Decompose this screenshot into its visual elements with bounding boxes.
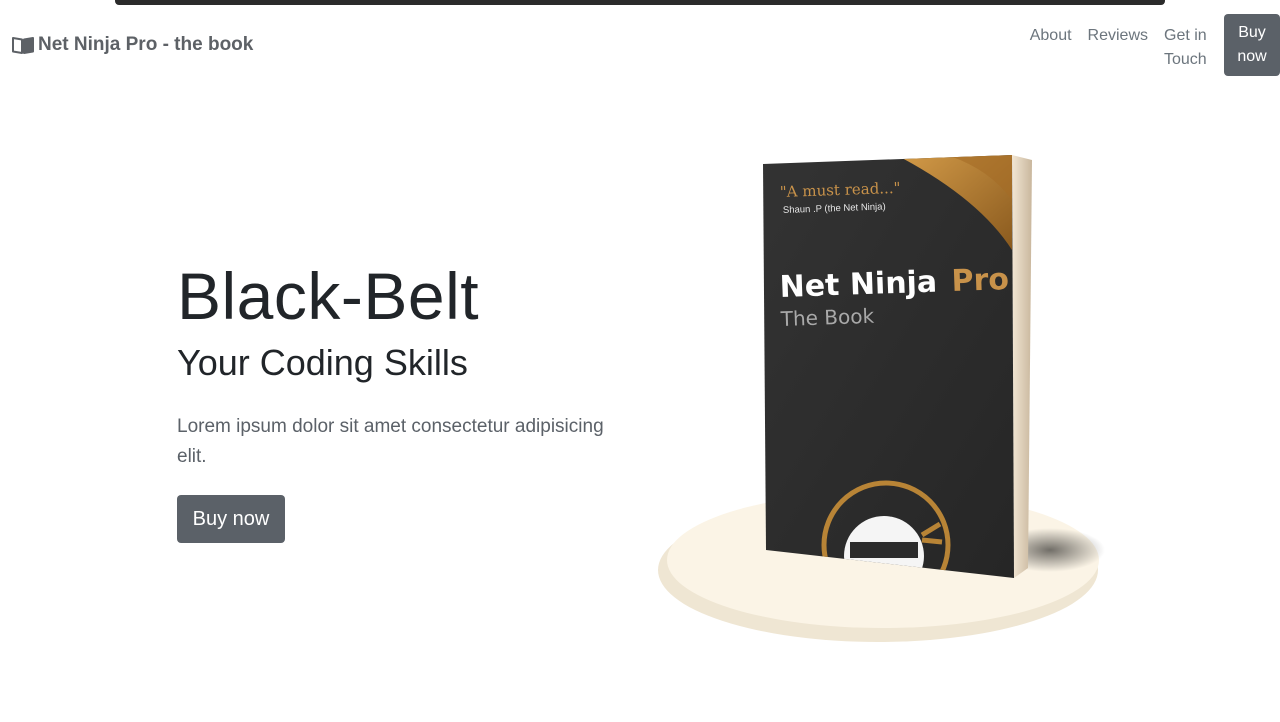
book-cover: [763, 155, 1014, 578]
nav-link-about[interactable]: About: [1022, 14, 1080, 48]
brand-label: Net Ninja Pro - the book: [38, 34, 254, 55]
book-open-icon: [12, 37, 34, 54]
hero-description: Lorem ipsum dolor sit amet consectetur a…: [177, 416, 604, 467]
hero-subtitle: Your Coding Skills: [177, 342, 468, 383]
nav-buy-now-button[interactable]: Buy now: [1224, 14, 1280, 76]
book-product-image: "A must read..." Shaun .P (the Net Ninja…: [658, 155, 1105, 642]
book-title-main: Net Ninja: [779, 265, 938, 305]
nav-link-get-in-touch[interactable]: Get in Touch: [1156, 14, 1216, 72]
navbar: Net Ninja Pro - the book About Reviews G…: [0, 8, 1280, 84]
window-top-strip: [0, 0, 1280, 8]
nav-link-reviews[interactable]: Reviews: [1080, 14, 1156, 48]
hero-title: Black-Belt: [177, 259, 480, 333]
book-subtitle: The Book: [779, 304, 875, 331]
ninja-mask: [850, 542, 918, 558]
book-title-accent: Pro: [951, 262, 1010, 299]
hero-buy-now-button[interactable]: Buy now: [177, 495, 285, 543]
browser-edge: [115, 0, 1165, 5]
brand-link[interactable]: Net Ninja Pro - the book: [12, 34, 253, 56]
nav-links: About Reviews Get in Touch Buy now: [1022, 14, 1280, 76]
